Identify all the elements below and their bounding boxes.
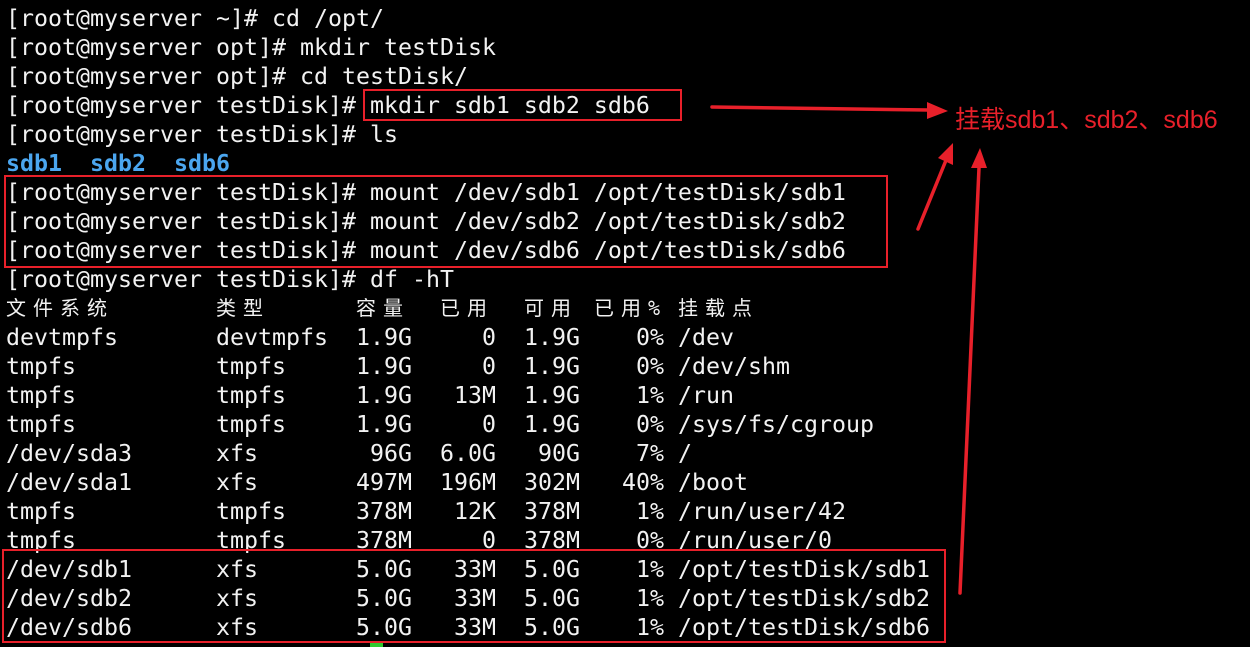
annotation-arrow-from-mount <box>916 143 953 231</box>
arrow-shaft <box>958 166 981 595</box>
arrow-head <box>927 102 948 119</box>
annotation-label: 挂载sdb1、sdb2、sdb6 <box>955 106 1218 134</box>
arrow-shaft <box>916 159 948 231</box>
annotation-arrow-from-df <box>958 148 987 595</box>
arrow-shaft <box>710 105 930 112</box>
arrow-head <box>971 148 987 168</box>
annotation-arrow-from-mkdir <box>710 102 948 119</box>
annotation-arrows <box>710 102 987 595</box>
